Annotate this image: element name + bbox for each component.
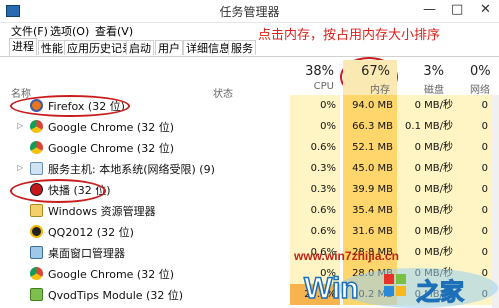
process-cpu-value: 0.6%	[290, 137, 340, 158]
process-memory-value: 31.6 MB	[343, 221, 397, 242]
process-network-value: 0	[457, 200, 492, 221]
minimize-button[interactable]: —	[423, 2, 436, 18]
process-network-value: 0	[457, 221, 492, 242]
process-disk-value: 0 MB/秒	[397, 179, 457, 200]
process-row[interactable]: QQ2012 (32 位) 0.6% 31.6 MB 0 MB/秒 0	[0, 221, 499, 242]
process-cpu-value: 0%	[290, 116, 340, 137]
process-memory-value: 52.1 MB	[343, 137, 397, 158]
expand-arrow-icon[interactable]: ▷	[17, 163, 23, 172]
chrome-icon	[30, 120, 43, 133]
qq-icon	[30, 225, 43, 238]
process-row[interactable]: Windows 资源管理器 0.6% 35.4 MB 0 MB/秒 0	[0, 200, 499, 221]
process-network-value: 0	[457, 137, 492, 158]
memory-column-header[interactable]: 内存	[350, 81, 390, 96]
process-name: 桌面窗口管理器	[48, 247, 125, 260]
process-memory-value: 35.4 MB	[343, 200, 397, 221]
process-network-value: 0	[457, 116, 492, 137]
process-network-value: 0	[457, 95, 492, 116]
chrome-icon	[30, 141, 43, 154]
chrome-icon	[30, 267, 43, 280]
process-name: Google Chrome (32 位)	[48, 142, 175, 155]
process-cpu-value: 0%	[290, 95, 340, 116]
menu-options[interactable]: 选项(O)	[50, 23, 89, 39]
title-bar: 任务管理器 — □ ✕	[0, 0, 499, 23]
tab-services[interactable]: 服务	[228, 40, 256, 55]
menu-file[interactable]: 文件(F)	[11, 23, 48, 39]
close-button[interactable]: ✕	[480, 2, 491, 18]
process-name: QvodTips Module (32 位)	[48, 289, 184, 302]
process-network-value: 0	[457, 158, 492, 179]
restore-button[interactable]: □	[451, 2, 463, 18]
svg-text:之家: 之家	[416, 278, 464, 306]
process-disk-value: 0 MB/秒	[397, 200, 457, 221]
process-row[interactable]: Google Chrome (32 位) 0.6% 52.1 MB 0 MB/秒 0	[0, 137, 499, 158]
process-row[interactable]: ▷ 服务主机: 本地系统(网络受限) (9) 0.3% 45.0 MB 0 MB/秒 0	[0, 158, 499, 179]
process-name: QQ2012 (32 位)	[48, 226, 134, 239]
process-memory-value: 39.9 MB	[343, 179, 397, 200]
network-column-percent[interactable]: 0%	[470, 64, 499, 79]
annotation-text: 点击内存，按占用内存大小排序	[258, 28, 441, 43]
tab-details[interactable]: 详细信息	[183, 40, 233, 55]
process-cpu-value: 0.3%	[290, 179, 340, 200]
dwm-icon	[30, 246, 43, 259]
process-memory-value: 45.0 MB	[343, 158, 397, 179]
disk-column-percent[interactable]: 3%	[404, 64, 444, 79]
process-network-value: 0	[457, 179, 492, 200]
process-cpu-value: 0.3%	[290, 158, 340, 179]
disk-column-header[interactable]: 磁盘	[404, 81, 444, 96]
process-disk-value: 0 MB/秒	[397, 137, 457, 158]
process-disk-value: 0 MB/秒	[397, 95, 457, 116]
qvodtips-icon	[30, 288, 43, 301]
process-cpu-value: 0.6%	[290, 221, 340, 242]
tab-users[interactable]: 用户	[155, 40, 183, 55]
process-disk-value: 0 MB/秒	[397, 158, 457, 179]
cpu-column-header[interactable]: CPU	[296, 81, 334, 92]
process-name: Windows 资源管理器	[48, 205, 156, 218]
memory-column-percent[interactable]: 67%	[350, 64, 390, 79]
win7-logo: Win 之家	[303, 268, 498, 308]
process-name: Google Chrome (32 位)	[48, 121, 175, 134]
process-disk-value: 0 MB/秒	[397, 221, 457, 242]
process-name: 服务主机: 本地系统(网络受限) (9)	[48, 163, 215, 176]
service-host-icon	[30, 162, 43, 175]
firefox-row-highlight	[10, 95, 130, 117]
tab-processes[interactable]: 进程	[9, 38, 37, 56]
process-name: Google Chrome (32 位)	[48, 268, 175, 281]
expand-arrow-icon[interactable]: ▷	[17, 121, 23, 130]
explorer-icon	[30, 204, 43, 217]
svg-text:Win: Win	[304, 272, 359, 305]
process-memory-value: 94.0 MB	[343, 95, 397, 116]
tab-performance[interactable]: 性能	[38, 40, 66, 55]
network-column-header[interactable]: 网络	[470, 81, 499, 96]
process-cpu-value: 0.6%	[290, 200, 340, 221]
menu-view[interactable]: 查看(V)	[95, 23, 133, 39]
tab-startup[interactable]: 启动	[126, 40, 154, 55]
cpu-column-percent[interactable]: 38%	[296, 64, 334, 79]
process-disk-value: 0.1 MB/秒	[397, 116, 457, 137]
process-memory-value: 66.3 MB	[343, 116, 397, 137]
qvod-row-highlight	[10, 179, 106, 203]
process-row[interactable]: ▷ Google Chrome (32 位) 0% 66.3 MB 0.1 MB/秒 0	[0, 116, 499, 137]
